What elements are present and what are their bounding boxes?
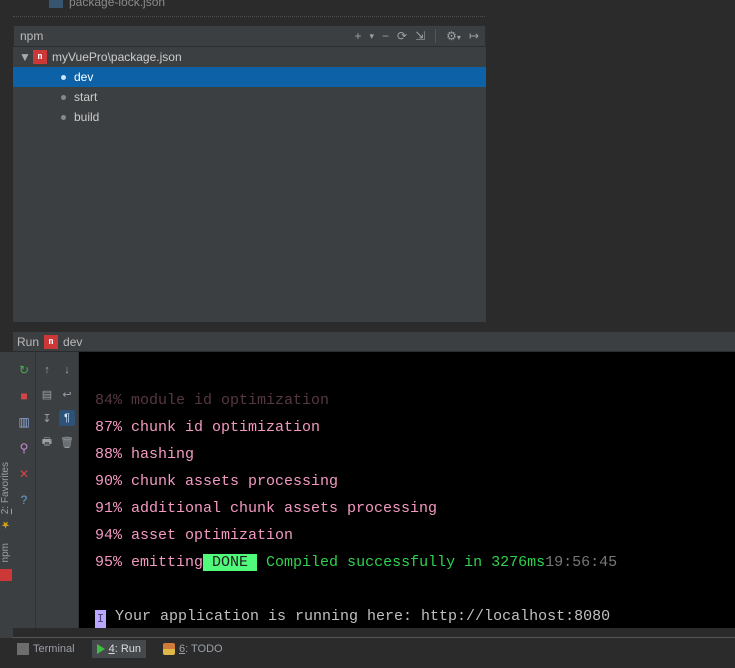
npm-scripts-panel: ▼ n myVuePro\package.json dev start buil… [13,47,486,322]
npm-script-label: build [74,110,99,124]
layout-icon[interactable]: ▥ [16,414,32,430]
terminal-icon [17,643,29,655]
console-line: 84% module id optimization [95,392,329,409]
console-line: 88% hashing [95,446,194,463]
bullet-icon [61,115,66,120]
star-icon: ★ [0,518,11,529]
help-icon[interactable]: ? [16,492,32,508]
npm-icon: n [33,50,47,64]
chevron-down-icon[interactable]: ▼ [19,50,27,64]
compiled-text: Compiled successfully in 3276ms [257,554,545,571]
todo-tab-label: 6: TODO [179,643,223,655]
pin-icon[interactable]: ⚲ [16,440,32,456]
expand-icon[interactable]: ⇲ [415,29,425,43]
console-line: 90% chunk assets processing [95,473,338,490]
npm-package-node[interactable]: ▼ n myVuePro\package.json [13,47,486,67]
down-icon[interactable]: ↓ [59,362,75,378]
json-file-icon [49,0,63,8]
npm-toolwindow-header: npm + ▾ − ⟳ ⇲ ⚙▾ ↦ [13,25,486,47]
bullet-icon [61,75,66,80]
bullet-icon [61,95,66,100]
npm-script-dev[interactable]: dev [13,67,486,87]
print-icon[interactable]: 🖶 [39,434,55,450]
terminal-tab-label: Terminal [33,643,75,655]
run-tool-body: ↻ ■ ▥ ⚲ ✕ ? ↑ ↓ ▤ ↩ ↧ ¶ 🖶 🗑 84% module i… [13,352,735,628]
wrap-icon[interactable]: ↩ [59,386,75,402]
bottom-tool-tabs: Terminal 4: Run 6: TODO [12,640,436,658]
resize-handle[interactable] [13,16,485,23]
npm-package-path: myVuePro\package.json [52,50,182,64]
trash-icon[interactable]: 🗑 [59,434,75,450]
run-tool-header: Run n dev [13,332,735,352]
console-line: 87% chunk id optimization [95,419,320,436]
run-label-prefix: Run [17,335,39,349]
sync-icon[interactable]: ⟳ [397,29,407,43]
console-caret: I [95,610,106,628]
npm-script-label: dev [74,70,93,84]
console-output[interactable]: 84% module id optimization 87% chunk id … [79,352,735,628]
project-tree-file-label: package-lock.json [69,0,165,9]
add-icon[interactable]: + [354,29,361,43]
scroll-icon[interactable]: ↧ [39,410,55,426]
stop-icon[interactable]: ■ [16,388,32,404]
terminal-tab[interactable]: Terminal [12,640,80,658]
todo-icon [163,643,175,655]
run-gutter-secondary: ↑ ↓ ▤ ↩ ↧ ¶ 🖶 🗑 [36,352,79,628]
separator [435,29,436,43]
console-line: 94% asset optimization [95,527,293,544]
play-icon [97,644,105,654]
project-tree-row[interactable]: package-lock.json [13,0,486,10]
run-config-name: dev [63,335,82,349]
hide-icon[interactable]: ↦ [469,29,479,43]
status-separator [12,637,735,638]
filter-icon[interactable]: ▤ [39,386,55,402]
console-running-msg: Your application is running here: http:/… [106,608,610,625]
npm-icon [0,569,12,581]
console-emit-prefix: 95% emitting [95,554,203,571]
up-icon[interactable]: ↑ [39,362,55,378]
console-timestamp: 19:56:45 [545,554,617,571]
npm-tool-button[interactable]: npm [0,543,11,562]
favorites-tool-button[interactable]: ★ 2: Favorites [0,462,11,529]
npm-script-label: start [74,90,97,104]
todo-tab[interactable]: 6: TODO [158,640,228,658]
npm-toolwindow-title: npm [14,29,354,43]
npm-script-build[interactable]: build [13,107,486,127]
left-tool-rail: ★ 2: Favorites npm [0,352,13,638]
console-line: 91% additional chunk assets processing [95,500,437,517]
npm-icon: n [44,335,58,349]
run-tab-label: 4: Run [109,643,141,655]
soft-wrap-icon[interactable]: ¶ [59,410,75,426]
remove-icon[interactable]: − [382,29,389,43]
rerun-icon[interactable]: ↻ [16,362,32,378]
run-tab[interactable]: 4: Run [92,640,146,658]
close-icon[interactable]: ✕ [16,466,32,482]
done-badge: DONE [203,554,257,571]
run-gutter-primary: ↻ ■ ▥ ⚲ ✕ ? [13,352,36,628]
npm-script-start[interactable]: start [13,87,486,107]
settings-icon[interactable]: ⚙▾ [446,29,461,43]
